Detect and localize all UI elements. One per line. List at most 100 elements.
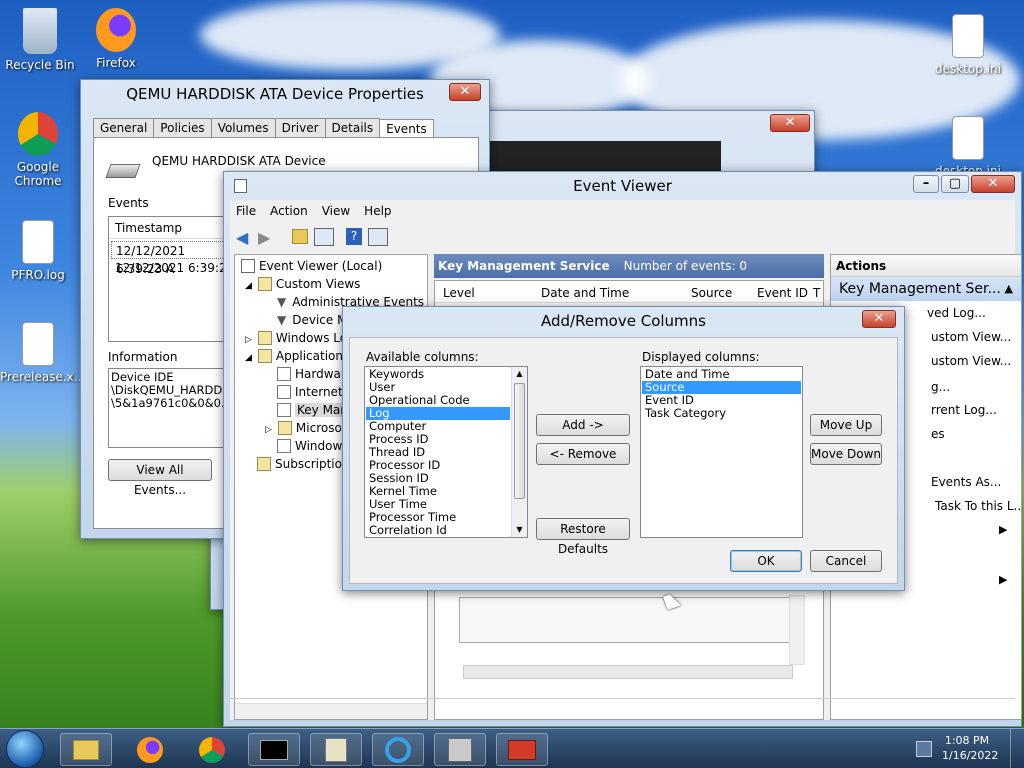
properties-icon[interactable]	[368, 228, 388, 246]
taskbar-internet-explorer[interactable]	[372, 733, 424, 766]
tree-item-hardware[interactable]: Hardwar	[277, 365, 346, 383]
action-item[interactable]: rrent Log...	[931, 403, 997, 417]
desktop-icon-desktop-ini-2[interactable]: desktop.ini	[930, 116, 1006, 178]
tree-item-windows[interactable]: Window	[277, 437, 342, 455]
action-item[interactable]: ustom View...	[931, 354, 1011, 368]
column-event-id[interactable]: Event ID	[757, 283, 808, 303]
action-item[interactable]: es	[931, 427, 945, 441]
menu-view[interactable]: View	[322, 204, 350, 218]
menu-help[interactable]: Help	[364, 204, 391, 218]
column-source[interactable]: Source	[691, 283, 732, 303]
remove-button[interactable]: <- Remove	[536, 443, 630, 465]
clock-time: 1:08 PM	[944, 734, 990, 747]
add-button[interactable]: Add ->	[536, 414, 630, 436]
close-icon[interactable]: ✕	[862, 310, 896, 328]
displayed-columns-list[interactable]: Date and Time Source Event ID Task Category	[640, 366, 803, 538]
taskbar-toolbox[interactable]	[496, 733, 548, 766]
desktop-icon-prerelease[interactable]: Prerelease.x...	[0, 322, 85, 384]
maximize-icon[interactable]: ▢	[941, 175, 969, 193]
tree-item-internet[interactable]: Internet	[277, 383, 343, 401]
firefox-icon	[137, 737, 163, 763]
network-icon[interactable]	[916, 741, 932, 757]
status-bar	[230, 698, 1015, 720]
collapse-arrow-icon[interactable]: ▲	[1005, 277, 1013, 301]
table-row[interactable]: 12/12/2021 6:39:23 A	[111, 241, 231, 276]
tree-item-event-viewer-local[interactable]: Event Viewer (Local)	[241, 257, 382, 275]
tree-item-custom-views[interactable]: ◢ Custom Views	[245, 275, 360, 293]
device-name: QEMU HARDDISK ATA Device	[152, 154, 326, 168]
move-up-button[interactable]: Move Up	[810, 414, 882, 436]
action-item[interactable]: Events As...	[931, 475, 1001, 489]
tab-details[interactable]: Details	[324, 118, 381, 137]
forward-icon[interactable]: ▶	[258, 228, 270, 247]
submenu-arrow-icon[interactable]: ▶	[999, 523, 1007, 536]
taskbar-cmd[interactable]	[248, 733, 300, 766]
expand-arrow-icon[interactable]: ◢	[245, 281, 252, 291]
tree-item-microsoft[interactable]: ▷ Microsof	[265, 419, 346, 437]
column-task[interactable]: T	[813, 283, 820, 303]
tree-item-device-manager[interactable]: ▼ Device M	[277, 311, 347, 329]
harddisk-icon	[105, 164, 141, 178]
tab-policies[interactable]: Policies	[153, 118, 212, 137]
list-item[interactable]: Task Category	[642, 407, 801, 420]
clock[interactable]: 1:08 PM 1/16/2022	[942, 733, 998, 763]
show-hide-tree-icon[interactable]	[314, 228, 334, 246]
horizontal-scrollbar[interactable]	[463, 665, 793, 679]
tree-item-subscriptions[interactable]: Subscription	[257, 455, 350, 473]
ok-button[interactable]: OK	[730, 550, 802, 572]
taskbar-chrome[interactable]	[186, 733, 238, 766]
show-desktop-button[interactable]	[1010, 729, 1024, 768]
close-icon[interactable]: ✕	[770, 114, 810, 132]
vertical-scrollbar[interactable]	[789, 595, 805, 665]
tree-item-windows-logs[interactable]: ▷ Windows Lo	[245, 329, 347, 347]
tab-volumes[interactable]: Volumes	[210, 118, 276, 137]
back-icon[interactable]: ◀	[236, 228, 248, 247]
desktop-icon-firefox[interactable]: Firefox	[78, 8, 154, 70]
expand-arrow-icon[interactable]: ◢	[245, 353, 252, 363]
actions-selected-item[interactable]: Key Management Ser... ▲	[831, 277, 1021, 301]
taskbar-explorer[interactable]	[60, 733, 112, 766]
taskbar-firefox[interactable]	[124, 733, 176, 766]
scroll-thumb[interactable]	[514, 383, 525, 499]
start-button-icon[interactable]	[6, 730, 44, 768]
taskbar-device-manager[interactable]	[310, 733, 362, 766]
menu-action[interactable]: Action	[270, 204, 308, 218]
settings-file-icon	[952, 14, 984, 58]
desktop-icon-recycle-bin[interactable]: Recycle Bin	[2, 8, 78, 72]
action-item[interactable]: g...	[931, 380, 950, 394]
submenu-arrow-icon[interactable]: ▶	[999, 573, 1007, 586]
minimize-icon[interactable]: –	[913, 175, 939, 193]
desktop-icon-label: Prerelease.x...	[0, 370, 86, 384]
menu-file[interactable]: File	[236, 204, 256, 218]
move-down-button[interactable]: Move Down	[810, 443, 882, 465]
taskbar: 1:08 PM 1/16/2022	[0, 728, 1024, 768]
cancel-button[interactable]: Cancel	[810, 550, 882, 572]
scroll-up-icon[interactable]: ▲	[512, 367, 527, 381]
column-level[interactable]: Level	[443, 283, 475, 303]
taskbar-system-tool[interactable]	[434, 733, 486, 766]
close-icon[interactable]: ✕	[971, 175, 1015, 193]
list-item[interactable]: Correlation Id	[366, 524, 510, 537]
tab-general[interactable]: General	[93, 118, 155, 137]
close-icon[interactable]: ✕	[449, 83, 481, 101]
tab-driver[interactable]: Driver	[274, 118, 326, 137]
action-item[interactable]: Task To this L...	[935, 499, 1021, 513]
view-all-events-button[interactable]: View All Events...	[108, 459, 212, 497]
desktop-icon-chrome[interactable]: Google Chrome	[0, 112, 76, 188]
up-folder-icon[interactable]	[292, 229, 308, 244]
vertical-scrollbar[interactable]: ▲ ▼	[511, 367, 527, 537]
tree-item-key-management[interactable]: Key Man	[277, 401, 350, 419]
action-item[interactable]: ustom View...	[931, 330, 1011, 344]
help-icon[interactable]: ?	[346, 228, 362, 245]
tree-item-applications[interactable]: ◢ Applications	[245, 347, 349, 365]
restore-defaults-button[interactable]: Restore Defaults	[536, 518, 630, 556]
scroll-down-icon[interactable]: ▼	[512, 523, 527, 537]
desktop-icon-pfro-log[interactable]: PFRO.log	[0, 220, 76, 282]
expand-arrow-icon[interactable]: ▷	[245, 335, 252, 345]
desktop-icon-label: desktop.ini	[935, 62, 1001, 76]
expand-arrow-icon[interactable]: ▷	[265, 425, 272, 435]
desktop-icon-desktop-ini-1[interactable]: desktop.ini	[930, 14, 1006, 76]
column-date-time[interactable]: Date and Time	[541, 283, 629, 303]
available-columns-list[interactable]: Keywords User Operational Code Log Computer P…	[364, 366, 528, 538]
action-item[interactable]: ved Log...	[927, 306, 986, 320]
